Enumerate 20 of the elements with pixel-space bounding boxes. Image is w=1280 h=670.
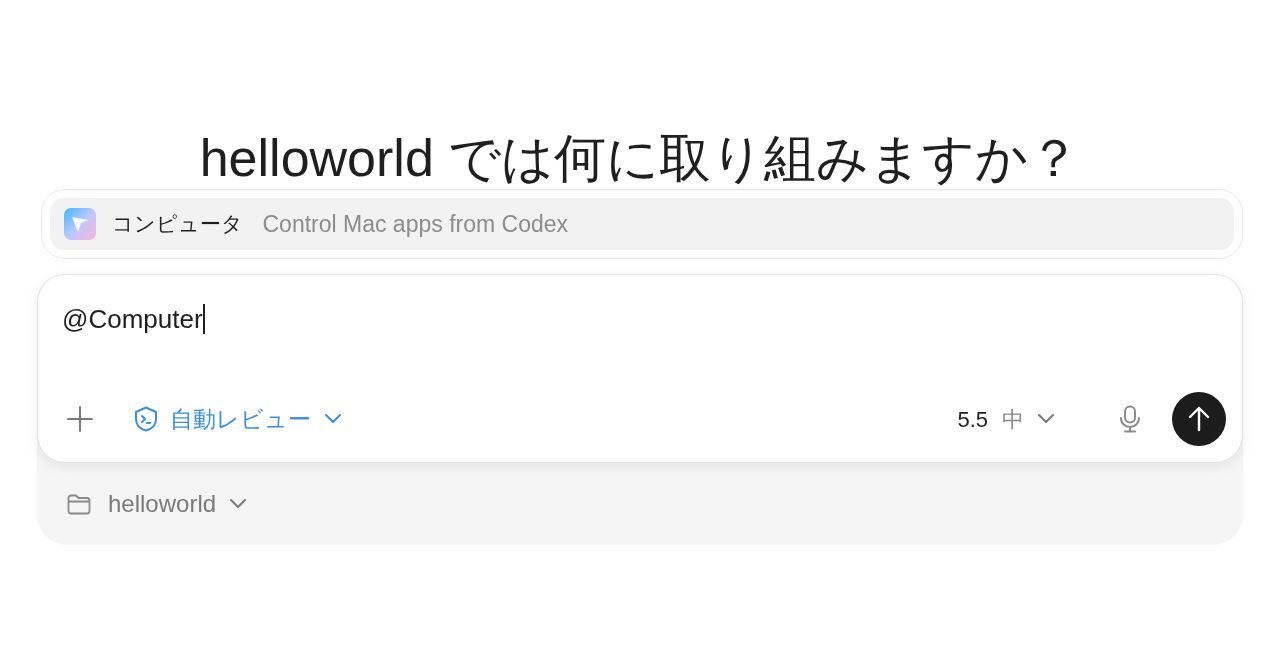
app-tile-icon [63, 208, 96, 240]
chevron-down-icon [228, 498, 249, 510]
text-cursor-icon [202, 304, 205, 334]
option-title: コンピュータ [111, 211, 243, 238]
microphone-icon [1119, 405, 1141, 433]
message-input[interactable]: @Computer [62, 301, 1218, 337]
project-selector-button[interactable]: helloworld [67, 484, 249, 524]
page-heading: helloworld では何に取り組みますか？ [199, 128, 1081, 188]
mention-option[interactable]: コンピュータ Control Mac apps from Codex [49, 198, 1234, 250]
model-selector-button[interactable]: 5.5 中 [957, 399, 1056, 439]
shield-terminal-icon [134, 406, 158, 432]
model-version: 5.5 [957, 405, 988, 434]
option-description: Control Mac apps from Codex [262, 209, 568, 239]
plus-icon [67, 406, 93, 432]
reasoning-effort: 中 [1002, 405, 1024, 434]
send-button[interactable] [1172, 392, 1226, 446]
arrow-up-icon [1188, 406, 1210, 432]
folder-icon [67, 493, 91, 515]
chevron-down-icon [1036, 413, 1056, 425]
chevron-down-icon [323, 413, 343, 425]
